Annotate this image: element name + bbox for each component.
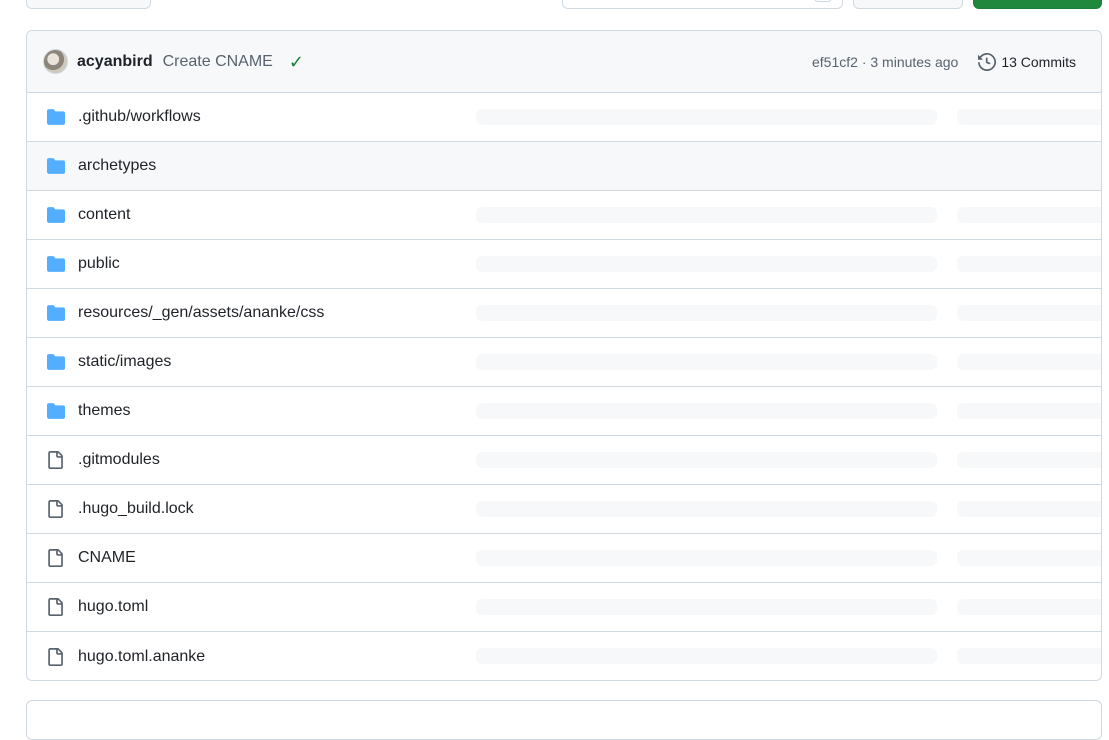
commit-message-placeholder: [476, 256, 937, 272]
file-browser: acyanbird Create CNAME ✓ ef51cf2 · 3 min…: [26, 30, 1102, 681]
file-row[interactable]: hugo.toml.ananke: [27, 632, 1101, 680]
commit-date-placeholder: [957, 452, 1101, 468]
file-name-link[interactable]: .hugo_build.lock: [78, 500, 194, 518]
file-row[interactable]: static/images: [27, 338, 1101, 387]
file-directory-icon: [46, 157, 66, 175]
commit-date-placeholder: [957, 109, 1101, 125]
file-name-link[interactable]: hugo.toml.ananke: [78, 648, 205, 666]
file-directory-icon: [46, 402, 66, 420]
check-icon[interactable]: ✓: [289, 53, 304, 71]
file-row[interactable]: hugo.toml: [27, 583, 1101, 632]
file-icon: [46, 598, 66, 616]
commit-date-placeholder: [957, 501, 1101, 517]
file-row[interactable]: .hugo_build.lock: [27, 485, 1101, 534]
file-row[interactable]: .github/workflows: [27, 93, 1101, 142]
keyboard-shortcut-hint: [814, 0, 832, 2]
code-button[interactable]: [973, 0, 1102, 9]
commit-date-placeholder: [957, 403, 1101, 419]
commit-message-placeholder: [476, 109, 937, 125]
file-name-link[interactable]: .gitmodules: [78, 451, 160, 469]
commit-date-placeholder: [957, 207, 1101, 223]
commit-date-placeholder: [957, 550, 1101, 566]
commits-history-link[interactable]: 13 Commits: [978, 52, 1076, 71]
file-icon: [46, 500, 66, 518]
file-name-link[interactable]: public: [78, 255, 120, 273]
commits-count-label: 13 Commits: [1001, 53, 1076, 70]
file-name-link[interactable]: static/images: [78, 353, 171, 371]
go-to-file-input[interactable]: [562, 0, 843, 9]
commit-date-placeholder: [957, 305, 1101, 321]
commit-message-link[interactable]: Create CNAME: [163, 53, 273, 71]
file-icon: [46, 451, 66, 469]
commit-message-placeholder: [476, 501, 937, 517]
commit-message-placeholder: [476, 550, 937, 566]
commit-message-placeholder: [476, 403, 937, 419]
commit-message-placeholder: [476, 305, 937, 321]
commit-message-placeholder: [476, 452, 937, 468]
commit-date-placeholder: [957, 648, 1101, 664]
commit-date-placeholder: [957, 354, 1101, 370]
file-row[interactable]: CNAME: [27, 534, 1101, 583]
file-name-link[interactable]: archetypes: [78, 157, 156, 175]
file-directory-icon: [46, 255, 66, 273]
file-name-link[interactable]: .github/workflows: [78, 108, 201, 126]
file-name-link[interactable]: resources/_gen/assets/ananke/css: [78, 304, 324, 322]
add-file-button[interactable]: [853, 0, 963, 9]
file-row[interactable]: resources/_gen/assets/ananke/css: [27, 289, 1101, 338]
file-name-link[interactable]: CNAME: [78, 549, 136, 567]
history-icon: [978, 52, 997, 71]
file-directory-icon: [46, 206, 66, 224]
file-row[interactable]: themes: [27, 387, 1101, 436]
file-directory-icon: [46, 304, 66, 322]
commit-author-link[interactable]: acyanbird: [77, 53, 153, 71]
file-name-link[interactable]: content: [78, 206, 130, 224]
commit-sha-time[interactable]: ef51cf2 · 3 minutes ago: [812, 54, 958, 70]
commit-message-placeholder: [476, 354, 937, 370]
commit-message-placeholder: [476, 207, 937, 223]
file-list: .github/workflows archetypes content public…: [27, 93, 1101, 680]
branch-select-button[interactable]: [26, 0, 151, 9]
file-row[interactable]: content: [27, 191, 1101, 240]
commit-message-placeholder: [476, 599, 937, 615]
file-row[interactable]: public: [27, 240, 1101, 289]
file-icon: [46, 647, 66, 666]
file-directory-icon: [46, 108, 66, 126]
commit-date-placeholder: [957, 256, 1101, 272]
file-row[interactable]: archetypes: [27, 142, 1101, 191]
file-name-link[interactable]: hugo.toml: [78, 598, 148, 616]
file-icon: [46, 549, 66, 567]
commit-date-placeholder: [957, 599, 1101, 615]
file-directory-icon: [46, 353, 66, 371]
readme-box: [26, 700, 1102, 740]
file-name-link[interactable]: themes: [78, 402, 130, 420]
latest-commit-bar: acyanbird Create CNAME ✓ ef51cf2 · 3 min…: [27, 31, 1101, 93]
avatar[interactable]: [43, 49, 68, 74]
commit-message-placeholder: [476, 648, 937, 664]
file-row[interactable]: .gitmodules: [27, 436, 1101, 485]
